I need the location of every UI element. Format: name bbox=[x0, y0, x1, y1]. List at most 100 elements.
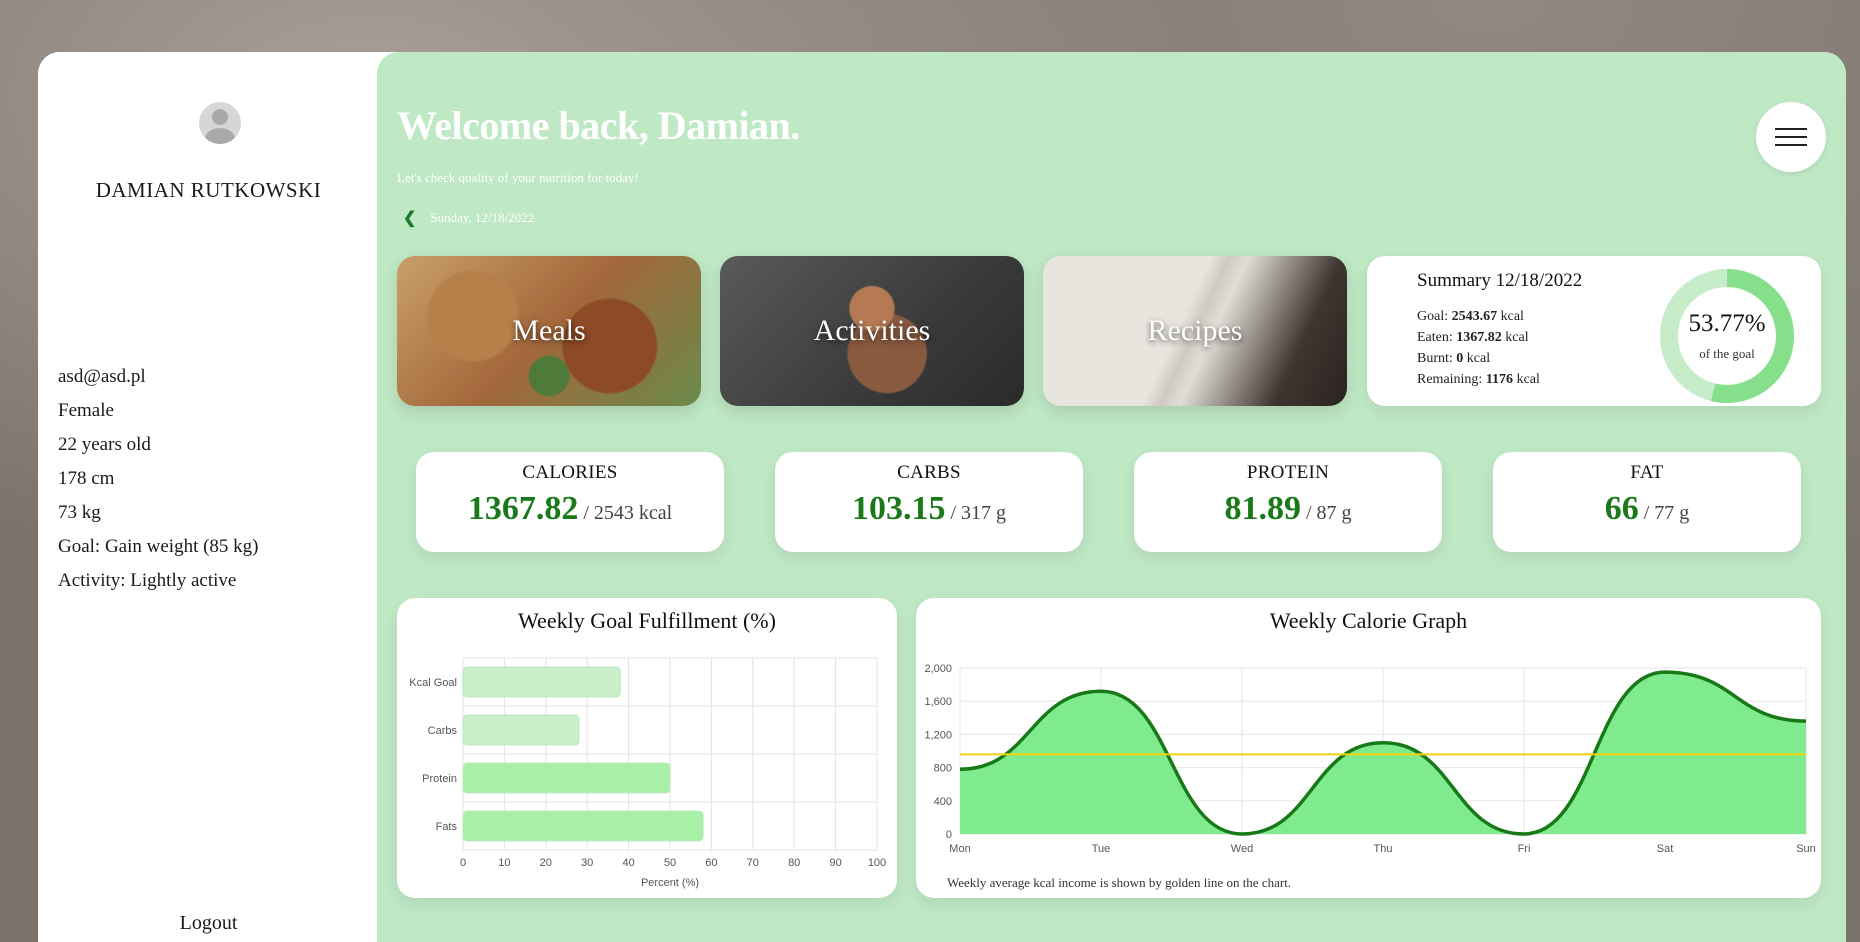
area-x-tick-label: Thu bbox=[1374, 843, 1393, 855]
daily-summary-card: Summary 12/18/2022 Goal: 2543.67 kcal Ea… bbox=[1367, 256, 1821, 406]
bar-x-tick-label: 100 bbox=[868, 857, 886, 869]
hamburger-line-icon bbox=[1775, 144, 1807, 146]
summary-unit: kcal bbox=[1466, 351, 1491, 366]
macro-target: / 317 g bbox=[950, 502, 1007, 524]
profile-height: 178 cm bbox=[58, 468, 115, 489]
bar-x-tick-label: 20 bbox=[540, 857, 552, 869]
macro-value: 103.15 / 317 g bbox=[775, 490, 1083, 528]
summary-goal-label: Goal: bbox=[1417, 309, 1449, 324]
macro-current: 66 bbox=[1604, 490, 1639, 527]
summary-remaining-value: 1176 bbox=[1485, 372, 1514, 387]
area-x-tick-label: Fri bbox=[1518, 843, 1531, 855]
recipes-tile[interactable]: Recipes bbox=[1043, 256, 1347, 406]
user-name: DAMIAN RUTKOWSKI bbox=[95, 178, 322, 202]
page-title: Welcome back, Damian. bbox=[397, 103, 800, 148]
activities-tile[interactable]: Activities bbox=[720, 256, 1024, 406]
menu-button[interactable] bbox=[1756, 102, 1826, 172]
area-y-tick-label: 800 bbox=[934, 763, 952, 775]
bar-x-tick-label: 30 bbox=[581, 857, 593, 869]
bar-category-label: Fats bbox=[436, 821, 458, 833]
bar-x-tick-label: 50 bbox=[664, 857, 676, 869]
weekly-goal-chart-card: Weekly Goal Fulfillment (%) 0 10 20 30 40 50 6… bbox=[397, 598, 897, 898]
summary-unit: kcal bbox=[1505, 330, 1529, 345]
profile-weight: 73 kg bbox=[58, 502, 101, 523]
bar-x-tick-label: 80 bbox=[788, 857, 800, 869]
profile-sidebar: DAMIAN RUTKOWSKI asd@asd.pl Female 22 ye… bbox=[38, 52, 379, 942]
bar-x-tick-label: 0 bbox=[460, 857, 466, 869]
macro-value: 1367.82 / 2543 kcal bbox=[416, 490, 724, 528]
bar-x-tick-label: 90 bbox=[829, 857, 841, 869]
avatar bbox=[199, 102, 241, 144]
summary-unit: kcal bbox=[1500, 309, 1524, 324]
macro-target: / 87 g bbox=[1305, 502, 1352, 524]
summary-eaten: Eaten: 1367.82 kcal bbox=[1417, 327, 1540, 348]
bar-x-tick-label: 70 bbox=[747, 857, 759, 869]
macro-value: 66 / 77 g bbox=[1493, 490, 1801, 528]
bar-x-axis-label: Percent (%) bbox=[641, 877, 699, 889]
weekly-calorie-area-chart: 0 400 800 1,200 1,600 2,000 Mon Tue Wed Thu Fri Sat… bbox=[924, 663, 1816, 855]
profile-gender: Female bbox=[58, 400, 114, 421]
bar-protein bbox=[462, 762, 671, 794]
profile-activity: Activity: Lightly active bbox=[58, 570, 237, 591]
summary-eaten-value: 1367.82 bbox=[1456, 330, 1502, 345]
bar-kcal-goal bbox=[462, 666, 621, 698]
summary-lines: Goal: 2543.67 kcal Eaten: 1367.82 kcal B… bbox=[1417, 306, 1540, 390]
meals-tile-label: Meals bbox=[512, 314, 586, 347]
area-y-tick-label: 1,200 bbox=[924, 729, 952, 741]
bar-category-label: Protein bbox=[422, 773, 457, 785]
summary-burnt: Burnt: 0 kcal bbox=[1417, 348, 1540, 369]
area-x-tick-label: Tue bbox=[1092, 843, 1111, 855]
dashboard-main: Welcome back, Damian. Let's check qualit… bbox=[377, 52, 1846, 942]
area-y-tick-label: 400 bbox=[934, 796, 952, 808]
area-x-tick-label: Mon bbox=[949, 843, 970, 855]
goal-percent-caption: of the goal bbox=[1699, 346, 1755, 361]
recipes-tile-label: Recipes bbox=[1147, 314, 1243, 347]
weekly-goal-bar-chart: 0 10 20 30 40 50 60 70 80 90 100 Kcal Goal Carbs Prot… bbox=[409, 657, 886, 889]
macro-current: 103.15 bbox=[851, 490, 946, 527]
macro-card-protein: PROTEIN 81.89 / 87 g bbox=[1134, 452, 1442, 552]
bar-fats bbox=[462, 810, 704, 842]
area-y-tick-label: 0 bbox=[946, 829, 952, 841]
weekly-calorie-chart-card: Weekly Calorie Graph 0 400 800 1,200 1,600 2,… bbox=[916, 598, 1821, 898]
area-y-tick-label: 2,000 bbox=[924, 663, 952, 675]
goal-progress-ring: 53.77% of the goal bbox=[1657, 266, 1797, 406]
macro-target: / 77 g bbox=[1643, 502, 1690, 524]
goal-percent: 53.77% bbox=[1688, 310, 1766, 337]
macro-card-calories: CALORIES 1367.82 / 2543 kcal bbox=[416, 452, 724, 552]
hamburger-line-icon bbox=[1775, 136, 1807, 138]
area-x-tick-label: Sat bbox=[1657, 843, 1674, 855]
macro-current: 1367.82 bbox=[467, 490, 579, 527]
chevron-left-icon[interactable]: ❮ bbox=[403, 208, 416, 228]
summary-remaining-label: Remaining: bbox=[1417, 372, 1483, 387]
app-window: DAMIAN RUTKOWSKI asd@asd.pl Female 22 ye… bbox=[38, 52, 1846, 942]
macro-value: 81.89 / 87 g bbox=[1134, 490, 1442, 528]
summary-title: Summary 12/18/2022 bbox=[1417, 270, 1583, 291]
current-date: Sunday, 12/18/2022 bbox=[430, 210, 535, 225]
bar-x-tick-label: 10 bbox=[498, 857, 510, 869]
area-y-tick-label: 1,600 bbox=[924, 696, 952, 708]
macro-title: FAT bbox=[1630, 462, 1664, 483]
bar-x-tick-label: 40 bbox=[622, 857, 634, 869]
summary-eaten-label: Eaten: bbox=[1417, 330, 1453, 345]
macro-target: / 2543 kcal bbox=[583, 502, 673, 524]
area-x-tick-label: Sun bbox=[1796, 843, 1816, 855]
avatar-head-icon bbox=[212, 109, 228, 125]
logout-button[interactable]: Logout bbox=[38, 912, 379, 942]
page-subtitle: Let's check quality of your nutrition fo… bbox=[397, 170, 639, 185]
bar-x-tick-label: 60 bbox=[705, 857, 717, 869]
bar-carbs bbox=[462, 714, 580, 746]
hamburger-line-icon bbox=[1775, 128, 1807, 130]
date-navigator: ❮ Sunday, 12/18/2022 bbox=[403, 208, 534, 228]
activities-tile-label: Activities bbox=[813, 314, 931, 347]
calorie-chart-footnote: Weekly average kcal income is shown by g… bbox=[947, 875, 1292, 890]
bar-category-label: Carbs bbox=[428, 725, 458, 737]
meals-tile[interactable]: Meals bbox=[397, 256, 701, 406]
macro-title: CARBS bbox=[897, 462, 961, 483]
summary-goal: Goal: 2543.67 kcal bbox=[1417, 306, 1540, 327]
profile-email: asd@asd.pl bbox=[58, 366, 146, 387]
macro-card-fat: FAT 66 / 77 g bbox=[1493, 452, 1801, 552]
profile-age: 22 years old bbox=[58, 434, 151, 455]
macro-current: 81.89 bbox=[1224, 490, 1301, 527]
macro-title: PROTEIN bbox=[1246, 462, 1330, 483]
summary-remaining: Remaining: 1176 kcal bbox=[1417, 369, 1540, 390]
